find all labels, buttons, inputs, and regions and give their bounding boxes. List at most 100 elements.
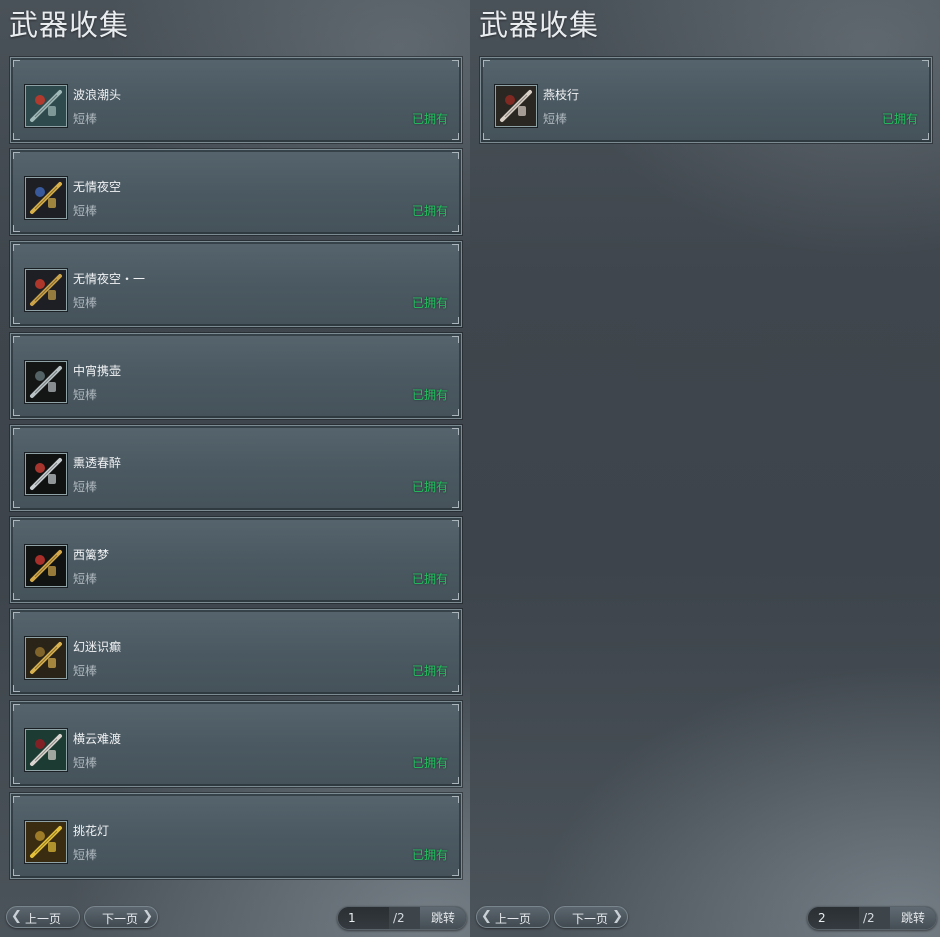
- weapon-card[interactable]: 横云难渡 短棒 已拥有: [10, 701, 462, 787]
- page-total: /2: [389, 907, 423, 929]
- weapon-name: 熏透春醉: [73, 456, 122, 470]
- weapon-type: 短棒: [73, 296, 98, 310]
- frame-corner: [452, 796, 459, 803]
- weapon-name: 无情夜空: [73, 180, 122, 194]
- jump-button[interactable]: 跳转: [890, 907, 936, 929]
- chevron-right-icon: ❯: [612, 909, 623, 924]
- staff-icon-wave: [25, 85, 67, 127]
- weapon-collection-panel-page-2: 武器收集 燕枝行 短棒 已拥有 ❮ 上一页 下一页 ❯ 2 /2 跳转: [470, 0, 940, 937]
- weapon-name: 无情夜空・一: [73, 272, 146, 286]
- frame-corner: [13, 777, 20, 784]
- next-page-button[interactable]: 下一页 ❯: [84, 906, 158, 928]
- owned-status: 已拥有: [411, 296, 448, 310]
- golden-staff-icon: [25, 637, 67, 679]
- weapon-name: 幻迷识癫: [73, 640, 122, 654]
- frame-corner: [452, 501, 459, 508]
- frame-corner: [452, 612, 459, 619]
- frame-corner: [13, 704, 20, 711]
- page-jump: 2 /2 跳转: [807, 906, 937, 930]
- frame-corner: [13, 685, 20, 692]
- owned-status: 已拥有: [881, 112, 918, 126]
- frame-corner: [452, 409, 459, 416]
- owned-status: 已拥有: [411, 756, 448, 770]
- frame-corner: [452, 428, 459, 435]
- frame-corner: [452, 520, 459, 527]
- frame-corner: [452, 133, 459, 140]
- owned-status: 已拥有: [411, 388, 448, 402]
- frame-corner: [452, 152, 459, 159]
- jump-button[interactable]: 跳转: [420, 907, 466, 929]
- owned-status: 已拥有: [411, 480, 448, 494]
- weapon-name: 挑花灯: [73, 824, 110, 838]
- page-number-input[interactable]: 2: [808, 907, 860, 929]
- weapon-type: 短棒: [73, 480, 98, 494]
- ribbon-staff-icon: [25, 729, 67, 771]
- frame-corner: [922, 133, 929, 140]
- gourd-staff-icon: [25, 361, 67, 403]
- next-page-button[interactable]: 下一页 ❯: [554, 906, 628, 928]
- weapon-card[interactable]: 幻迷识癫 短棒 已拥有: [10, 609, 462, 695]
- owned-status: 已拥有: [411, 664, 448, 678]
- prev-page-button[interactable]: ❮ 上一页: [476, 906, 550, 928]
- weapon-type: 短棒: [73, 388, 98, 402]
- weapon-card[interactable]: 波浪潮头 短棒 已拥有: [10, 57, 462, 143]
- flower-lamp-icon: [25, 821, 67, 863]
- weapon-name: 燕枝行: [543, 88, 580, 102]
- weapon-card[interactable]: 中宵携壶 短棒 已拥有: [10, 333, 462, 419]
- frame-corner: [452, 60, 459, 67]
- chevron-left-icon: ❮: [11, 909, 22, 924]
- owned-status: 已拥有: [411, 204, 448, 218]
- owned-status: 已拥有: [411, 572, 448, 586]
- weapon-collection-panel-page-1: 武器收集 波浪潮头 短棒 已拥有 无情夜空 短棒 已拥有 无情夜空・一 短棒 已拥有 中宵携壶 短棒…: [0, 0, 470, 937]
- frame-corner: [13, 152, 20, 159]
- frame-corner: [13, 869, 20, 876]
- chevron-left-icon: ❮: [481, 909, 492, 924]
- frame-corner: [13, 409, 20, 416]
- weapon-card[interactable]: 西篱梦短棒 已拥有: [10, 517, 462, 603]
- frame-corner: [452, 336, 459, 343]
- frame-corner: [13, 60, 20, 67]
- weapon-type: 短棒: [73, 112, 98, 126]
- staff-icon-night-red: [25, 269, 67, 311]
- owned-status: 已拥有: [411, 848, 448, 862]
- frame-corner: [452, 244, 459, 251]
- page-number-input[interactable]: 1: [338, 907, 390, 929]
- prev-page-button[interactable]: ❮ 上一页: [6, 906, 80, 928]
- frame-corner: [452, 593, 459, 600]
- frame-corner: [13, 428, 20, 435]
- weapon-type: 短棒: [73, 204, 98, 218]
- frame-corner: [13, 133, 20, 140]
- weapon-type: 短棒: [543, 112, 568, 126]
- frame-corner: [13, 520, 20, 527]
- weapon-card[interactable]: 无情夜空・一 短棒 已拥有: [10, 241, 462, 327]
- weapon-type: 短棒: [73, 848, 98, 862]
- lantern-staff-icon: [25, 545, 67, 587]
- weapon-card[interactable]: 熏透春醉短棒 已拥有: [10, 425, 462, 511]
- frame-corner: [922, 60, 929, 67]
- weapon-card[interactable]: 挑花灯短棒 已拥有: [10, 793, 462, 879]
- panel-title: 武器收集: [9, 8, 130, 42]
- frame-corner: [13, 612, 20, 619]
- staff-icon-night: [25, 177, 67, 219]
- frame-corner: [452, 869, 459, 876]
- crossed-staff-icon: [495, 85, 537, 127]
- frame-corner: [13, 244, 20, 251]
- weapon-card[interactable]: 燕枝行短棒 已拥有: [480, 57, 932, 143]
- weapon-type: 短棒: [73, 572, 98, 586]
- weapon-card[interactable]: 无情夜空短棒 已拥有: [10, 149, 462, 235]
- frame-corner: [452, 225, 459, 232]
- weapon-type: 短棒: [73, 756, 98, 770]
- frame-corner: [452, 685, 459, 692]
- frame-corner: [13, 225, 20, 232]
- frame-corner: [13, 501, 20, 508]
- frame-corner: [452, 317, 459, 324]
- frame-corner: [13, 317, 20, 324]
- owned-status: 已拥有: [411, 112, 448, 126]
- frame-corner: [452, 704, 459, 711]
- frame-corner: [13, 796, 20, 803]
- frame-corner: [483, 60, 490, 67]
- frame-corner: [13, 593, 20, 600]
- page-total: /2: [859, 907, 893, 929]
- weapon-name: 西篱梦: [73, 548, 110, 562]
- frame-corner: [13, 336, 20, 343]
